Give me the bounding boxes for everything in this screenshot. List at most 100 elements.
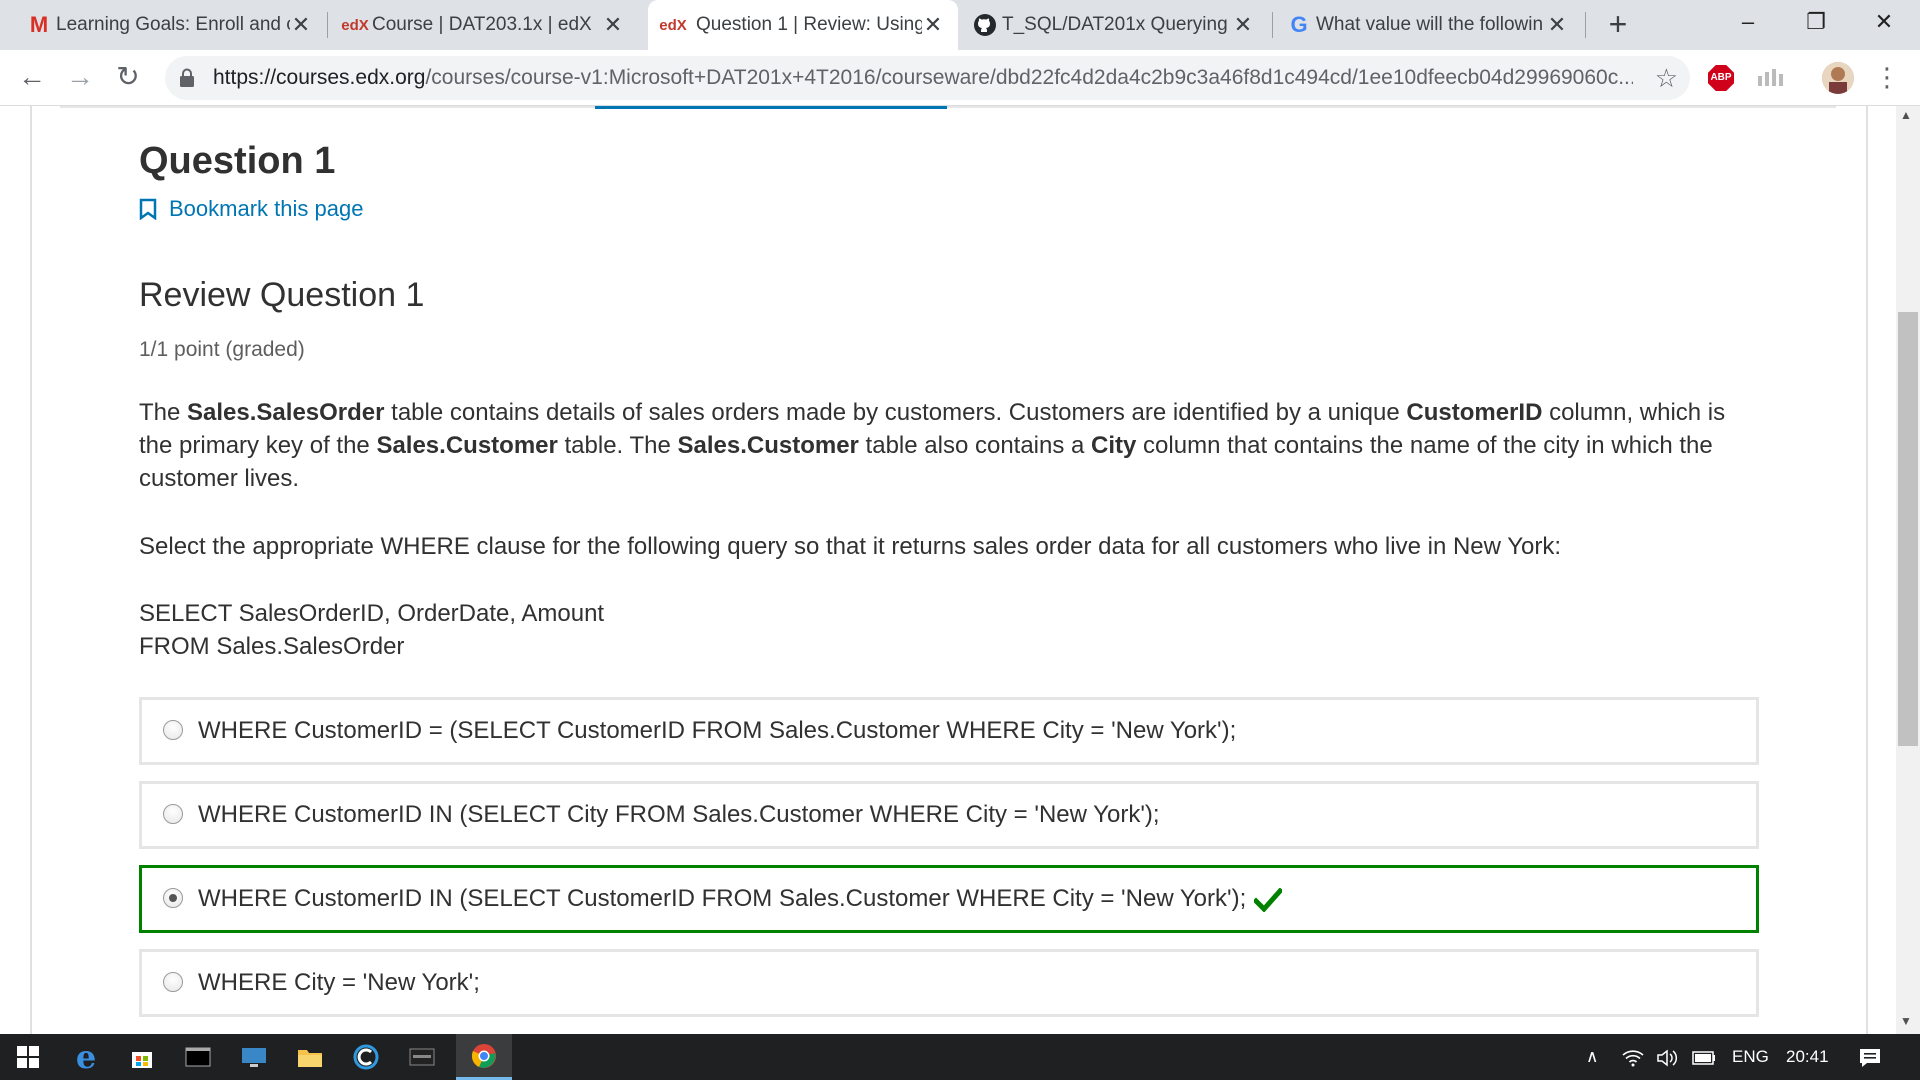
choice-label[interactable]: WHERE CustomerID IN (SELECT City FROM Sa… [198,784,1160,846]
radio-button[interactable] [163,720,183,740]
desc-bold: Sales.SalesOrder [187,399,385,426]
tab-title: Learning Goals: Enroll and c [56,14,290,35]
checkmark-icon [1254,887,1283,912]
profile-avatar[interactable] [1822,62,1854,94]
language-indicator[interactable]: ENG [1732,1034,1769,1080]
scrollbar-thumb[interactable] [1898,312,1918,746]
github-icon [972,13,998,37]
chrome-icon[interactable] [456,1034,512,1080]
sql-tool-icon[interactable] [394,1034,450,1080]
url-text[interactable]: https://courses.edx.org/courses/course-v… [213,56,1633,100]
radio-button[interactable] [163,804,183,824]
problem-instruction: Select the appropriate WHERE clause for … [139,533,1562,560]
choice-label-text: WHERE CustomerID IN (SELECT CustomerID F… [198,885,1247,912]
problem-title: Review Question 1 [139,276,425,314]
adblock-icon[interactable]: ABP [1708,65,1734,91]
tab-google[interactable]: G What value will the followin ✕ [1286,0,1582,50]
windows-taskbar: e ∧ ENG 20:41 [0,1034,1920,1080]
tray-chevron-icon[interactable]: ∧ [1586,1034,1598,1080]
tab-divider [1272,12,1273,38]
ccleaner-icon[interactable] [338,1034,394,1080]
course-frame-border [1866,106,1868,1034]
tab-question[interactable]: edX Question 1 | Review: Using S ✕ [648,0,958,50]
problem-description: The Sales.SalesOrder table contains deta… [139,396,1759,495]
tab-title: T_SQL/DAT201x Querying w [1002,14,1232,35]
scroll-up-arrow-icon[interactable]: ▲ [1900,108,1912,122]
gmail-icon: M [29,12,49,37]
query-line: SELECT SalesOrderID, OrderDate, Amount [139,600,605,627]
desc-text: table contains details of sales orders m… [384,399,1407,426]
bookmark-label: Bookmark this page [169,196,364,221]
scroll-down-arrow-icon[interactable]: ▼ [1900,1014,1912,1028]
page-title: Question 1 [139,140,336,182]
remote-desktop-icon[interactable] [226,1034,282,1080]
back-button[interactable]: ← [14,60,50,96]
close-icon[interactable]: ✕ [290,12,312,38]
close-window-button[interactable]: ✕ [1856,0,1912,44]
desc-text: table also contains a [858,432,1092,459]
tab-strip: M Learning Goals: Enroll and c ✕ edX Cou… [0,0,1920,50]
bookmark-star-icon[interactable]: ☆ [1655,63,1678,94]
reload-button[interactable]: ↻ [110,60,146,96]
minimize-button[interactable]: – [1720,0,1776,44]
desc-bold: Sales.Customer [677,432,859,459]
terminal-icon[interactable] [170,1034,226,1080]
extension-icon[interactable] [1756,66,1784,88]
choice-option[interactable]: WHERE CustomerID = (SELECT CustomerID FR… [139,697,1759,765]
radio-button-selected[interactable] [163,888,183,908]
url-path: /courses/course-v1:Microsoft+DAT201x+4T2… [425,66,1633,89]
bookmark-icon [139,198,157,220]
desc-bold: Sales.Customer [376,432,558,459]
lock-icon [180,68,194,87]
choice-label[interactable]: WHERE City = 'New York'; [198,952,480,1014]
desc-text: table. The [557,432,678,459]
address-bar[interactable]: https://courses.edx.org/courses/course-v… [165,56,1690,100]
desc-bold: CustomerID [1406,399,1543,426]
close-icon[interactable]: ✕ [922,12,944,38]
close-icon[interactable]: ✕ [1546,12,1568,38]
clock[interactable]: 20:41 [1786,1034,1829,1080]
tab-title: What value will the followin [1316,14,1544,35]
sequence-nav-active-indicator [595,106,947,109]
wifi-icon[interactable] [1622,1034,1644,1080]
query-text: SELECT SalesOrderID, OrderDate, Amount F… [139,597,1759,663]
battery-icon[interactable] [1692,1034,1716,1080]
edx-icon: edX [341,16,369,34]
restore-button[interactable]: ❐ [1788,0,1844,44]
file-explorer-icon[interactable] [282,1034,338,1080]
url-host: https://courses.edx.org [213,66,426,89]
choice-label[interactable]: WHERE CustomerID IN (SELECT CustomerID F… [198,868,1283,930]
edge-browser-icon[interactable]: e [58,1034,114,1080]
choice-option-correct[interactable]: WHERE CustomerID IN (SELECT CustomerID F… [139,865,1759,933]
close-icon[interactable]: ✕ [1232,12,1254,38]
course-frame-border [30,106,32,1034]
close-icon[interactable]: ✕ [602,12,624,38]
tab-divider [1585,12,1586,38]
google-icon: G [1290,12,1308,37]
query-line: FROM Sales.SalesOrder [139,633,405,660]
tab-divider [327,12,328,38]
notifications-icon[interactable] [1858,1034,1882,1080]
tab-title: Question 1 | Review: Using S [696,14,922,35]
desc-text: The [139,399,188,426]
store-icon[interactable] [114,1034,170,1080]
windows-start-icon[interactable] [0,1034,56,1080]
radio-button[interactable] [163,972,183,992]
tab-title: Course | DAT203.1x | edX [372,14,592,35]
choice-option[interactable]: WHERE City = 'New York'; [139,949,1759,1017]
tab-gmail[interactable]: M Learning Goals: Enroll and c ✕ [26,0,326,50]
edx-icon: edX [659,16,687,34]
sequence-nav-border [60,106,1836,108]
desc-bold: City [1091,432,1137,459]
bookmark-button[interactable]: Bookmark this page [139,196,363,222]
page-viewport: Question 1 Bookmark this page Review Que… [0,106,1920,1034]
tab-github[interactable]: T_SQL/DAT201x Querying w ✕ [972,0,1268,50]
tab-course[interactable]: edX Course | DAT203.1x | edX ✕ [341,0,638,50]
forward-button[interactable]: → [62,60,98,96]
more-menu-icon[interactable]: ⋮ [1874,62,1900,93]
volume-icon[interactable] [1656,1034,1678,1080]
grade-status: 1/1 point (graded) [139,338,305,361]
choice-option[interactable]: WHERE CustomerID IN (SELECT City FROM Sa… [139,781,1759,849]
new-tab-button[interactable]: + [1601,8,1635,42]
choice-label[interactable]: WHERE CustomerID = (SELECT CustomerID FR… [198,700,1236,762]
